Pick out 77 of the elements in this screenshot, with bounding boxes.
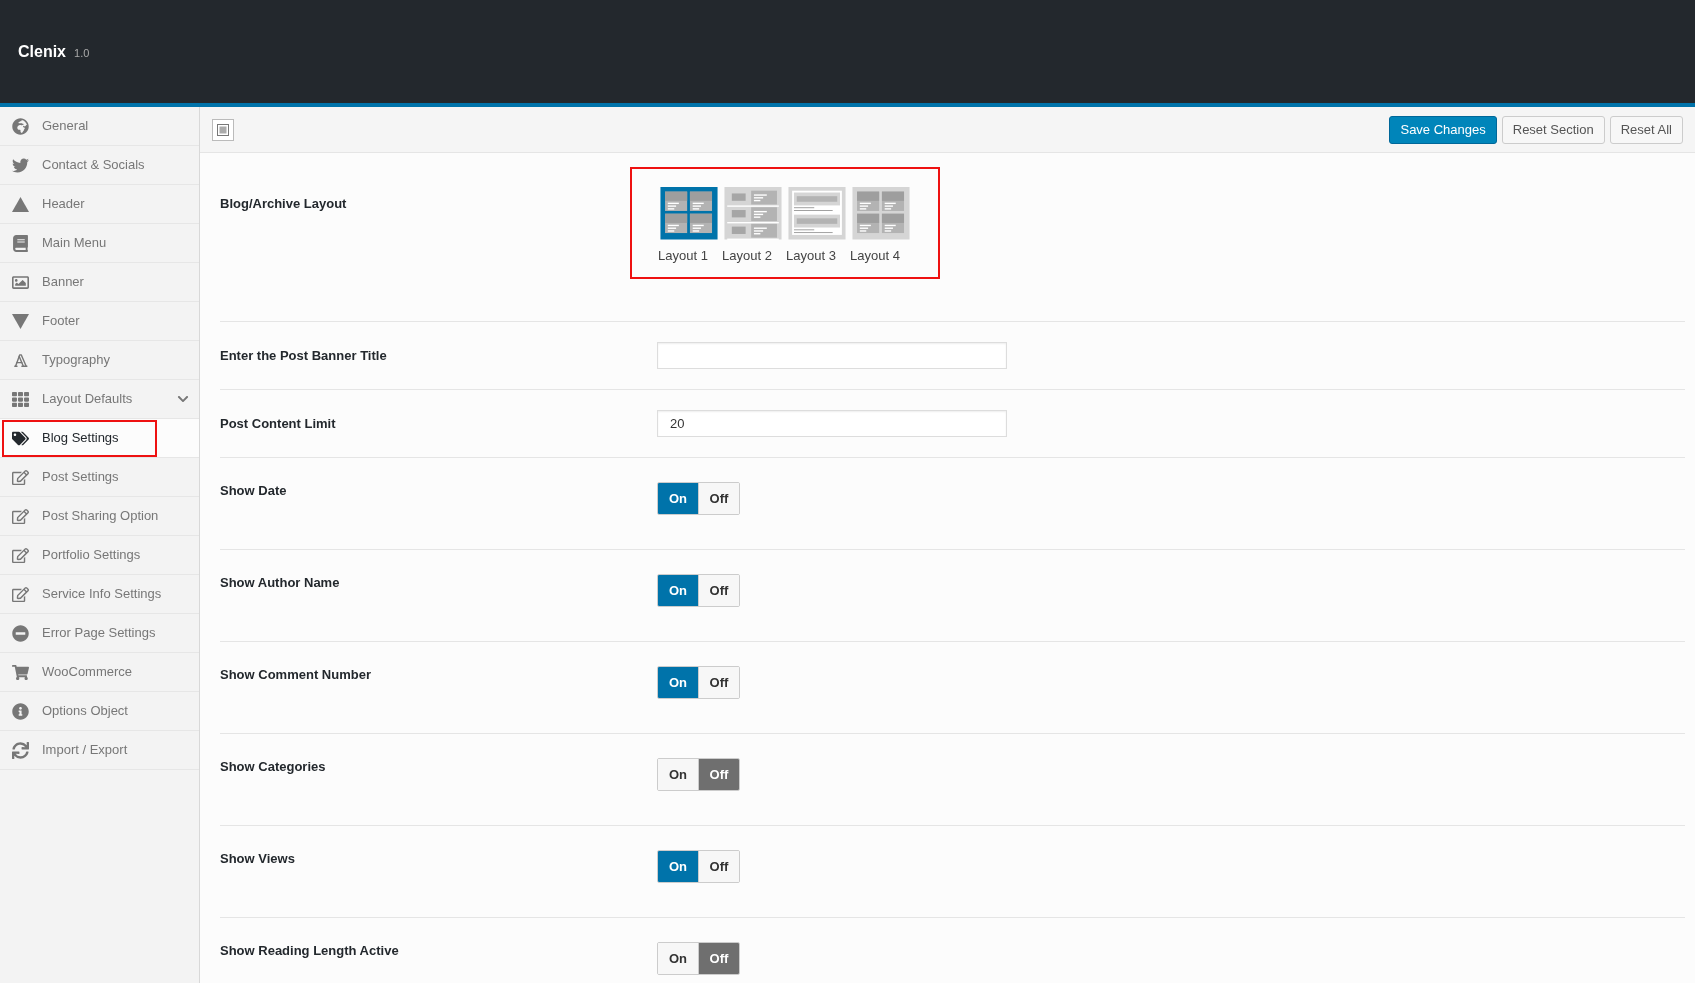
sidebar-item[interactable]: Footer	[0, 302, 199, 341]
text-field[interactable]	[657, 342, 1007, 369]
chevron-icon	[177, 393, 189, 405]
edit-icon	[12, 507, 29, 525]
book-icon	[12, 234, 29, 252]
on-off-switch[interactable]: On Off	[657, 482, 740, 515]
app-version: 1.0	[74, 46, 90, 62]
cart-icon	[12, 663, 29, 681]
sidebar-item[interactable]: Contact & Socials	[0, 146, 199, 185]
switch-on-label: On	[658, 575, 698, 606]
switch-off-label: Off	[698, 575, 739, 606]
sidebar-item[interactable]: Options Object	[0, 692, 199, 731]
text-field[interactable]: 20	[657, 410, 1007, 437]
on-off-switch[interactable]: On Off	[657, 758, 740, 791]
refresh-icon	[12, 741, 29, 759]
text-icon	[12, 351, 29, 369]
layout-thumbnail-drawing	[850, 187, 912, 240]
layout-option[interactable]: Layout 4	[850, 187, 912, 265]
on-off-switch[interactable]: On Off	[657, 666, 740, 699]
on-off-switch[interactable]: On Off	[657, 850, 740, 883]
edit-icon	[12, 468, 29, 486]
layout-thumbnail-drawing	[658, 187, 720, 240]
info-icon	[12, 702, 29, 720]
field-label: Show Views	[220, 851, 295, 866]
field-label: Blog/Archive Layout	[220, 196, 347, 211]
field-label: Show Author Name	[220, 575, 340, 590]
image-icon	[12, 273, 29, 291]
field-label: Show Date	[220, 483, 287, 498]
layout-thumbnail-drawing	[786, 187, 848, 240]
sidebar-item[interactable]: Post Sharing Option	[0, 497, 199, 536]
switch-off-label: Off	[698, 483, 739, 514]
switch-off-label: Off	[698, 667, 739, 698]
switch-on-label: On	[658, 943, 698, 974]
switch-off-label: Off	[698, 851, 739, 882]
on-off-switch[interactable]: On Off	[657, 942, 740, 975]
edit-icon	[12, 546, 29, 564]
switch-off-label: Off	[698, 943, 739, 974]
app-name: Clenix	[18, 41, 66, 62]
layout-thumbnail-drawing	[722, 187, 784, 240]
panel-icon	[217, 123, 229, 136]
expand-toggle-button[interactable]	[212, 118, 234, 141]
bird-icon	[12, 156, 29, 174]
sidebar-item[interactable]: Import / Export	[0, 731, 199, 770]
switch-on-label: On	[658, 483, 698, 514]
triangle-icon	[12, 196, 29, 212]
on-off-switch[interactable]: On Off	[657, 574, 740, 607]
switch-on-label: On	[658, 851, 698, 882]
grid-icon	[12, 390, 29, 408]
sidebar-item[interactable]: Header	[0, 185, 199, 224]
sidebar-item[interactable]: Portfolio Settings	[0, 536, 199, 575]
sidebar-item[interactable]: Service Info Settings	[0, 575, 199, 614]
field-label: Show Reading Length Active	[220, 943, 399, 958]
layout-option[interactable]: Layout 2	[722, 187, 784, 265]
layout-option[interactable]: Layout 3	[786, 187, 848, 265]
sidebar-item[interactable]: Blog Settings	[0, 419, 199, 458]
sidebar-item[interactable]: Post Settings	[0, 458, 199, 497]
globe-icon	[12, 117, 29, 135]
triangle-icon	[12, 313, 29, 329]
layout-option[interactable]: Layout 1	[658, 187, 720, 265]
sidebar-item[interactable]: Banner	[0, 263, 199, 302]
field-label: Show Comment Number	[220, 667, 371, 682]
toolbar-button[interactable]: Save Changes	[1389, 115, 1497, 144]
sidebar-item[interactable]: Main Menu	[0, 224, 199, 263]
sidebar-item[interactable]: Typography	[0, 341, 199, 380]
switch-on-label: On	[658, 759, 698, 790]
tag-icon	[12, 429, 29, 447]
sidebar-item[interactable]: General	[0, 107, 199, 146]
field-label: Post Content Limit	[220, 416, 336, 431]
field-label: Enter the Post Banner Title	[220, 348, 387, 363]
edit-icon	[12, 585, 29, 603]
switch-on-label: On	[658, 667, 698, 698]
field-label: Show Categories	[220, 759, 326, 774]
sidebar-item[interactable]: WooCommerce	[0, 653, 199, 692]
toolbar-button[interactable]: Reset Section	[1501, 115, 1605, 144]
sidebar-item[interactable]: Error Page Settings	[0, 614, 199, 653]
toolbar-button[interactable]: Reset All	[1609, 115, 1683, 144]
switch-off-label: Off	[698, 759, 739, 790]
